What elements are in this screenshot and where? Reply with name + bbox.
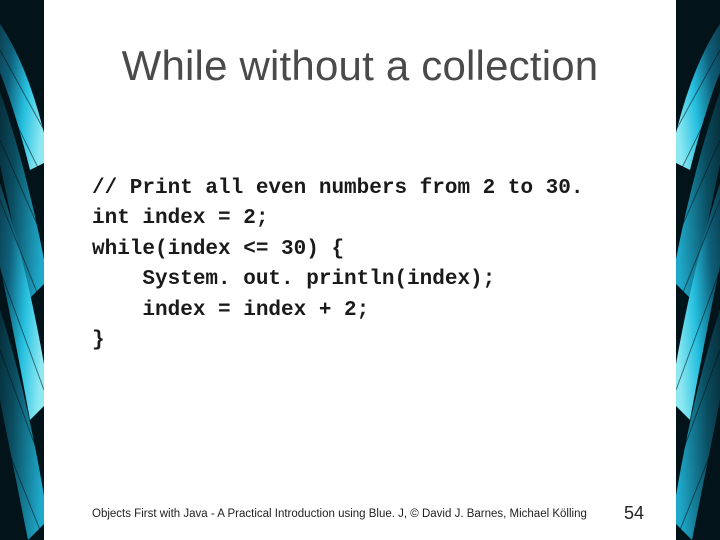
slide-content: While without a collection // Print all … [44, 0, 676, 540]
decorative-left-feathers [0, 0, 44, 540]
code-example: // Print all even numbers from 2 to 30. … [92, 174, 583, 357]
slide-title: While without a collection [44, 0, 676, 90]
slide-background: While without a collection // Print all … [0, 0, 720, 540]
slide-footer: Objects First with Java - A Practical In… [92, 508, 587, 520]
page-number: 54 [624, 503, 644, 524]
decorative-right-feathers [676, 0, 720, 540]
